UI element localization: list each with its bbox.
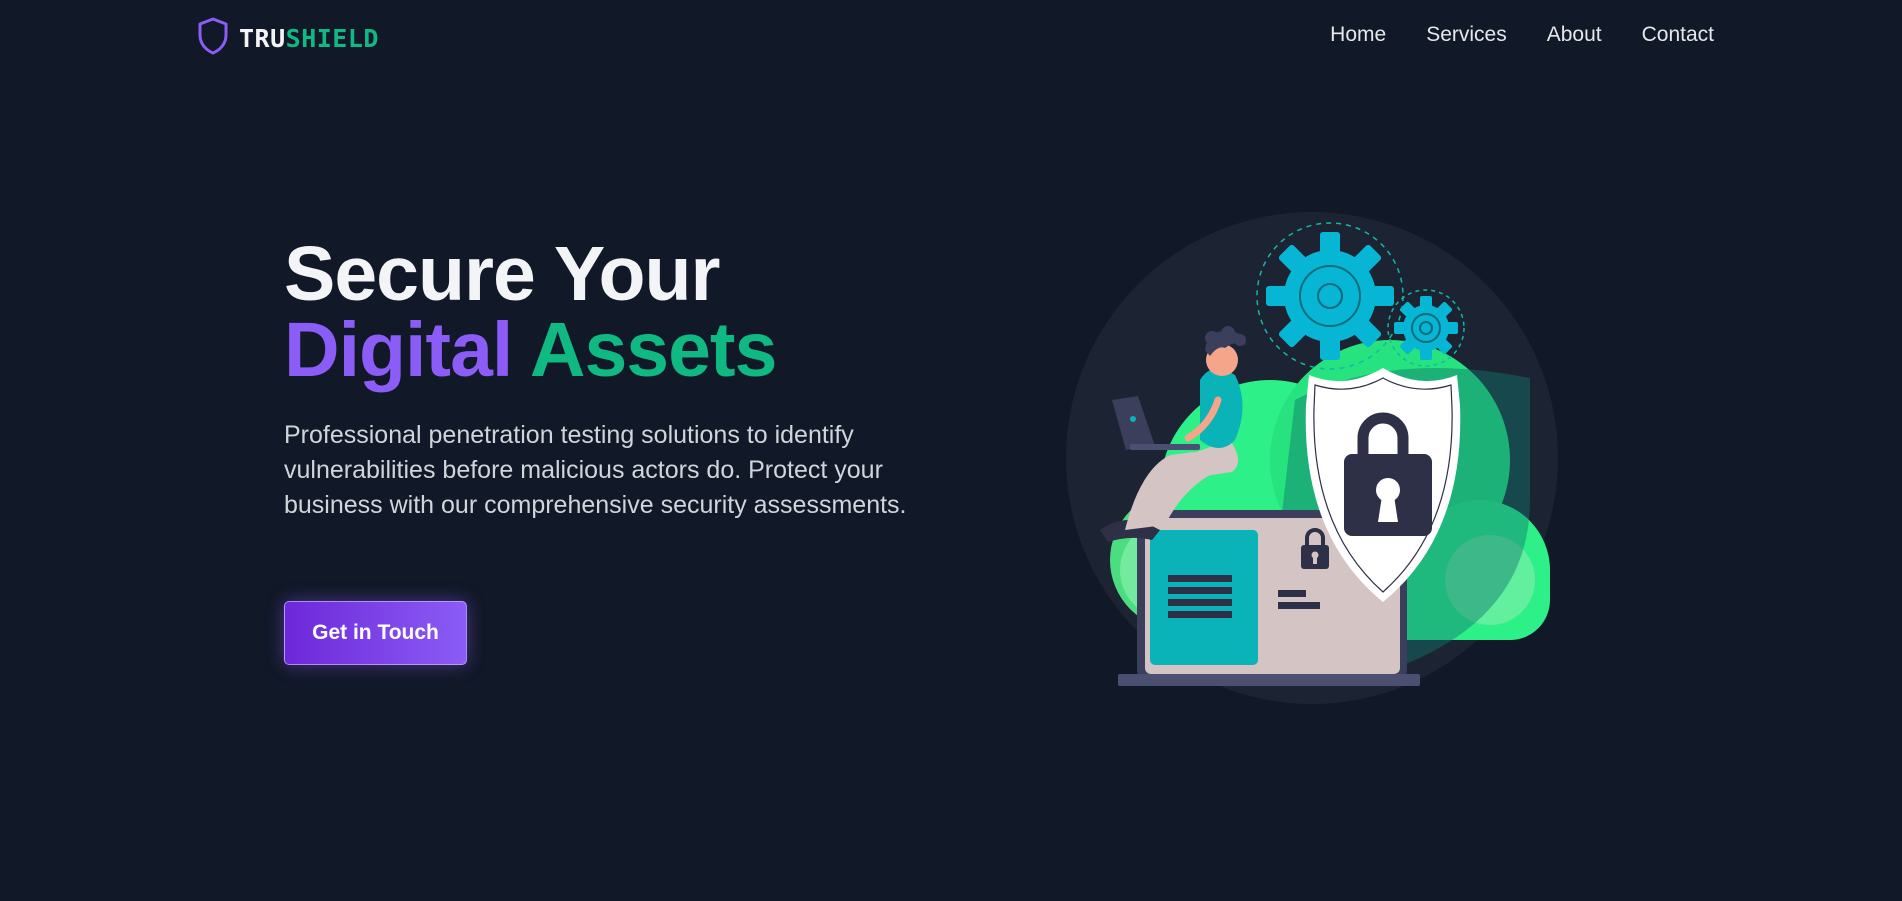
hero-section: Secure Your Digital Assets Professional … [284, 236, 924, 523]
top-navbar: TRUSHIELD Home Services About Contact [0, 0, 1902, 74]
hero-title-word-assets: Assets [529, 307, 778, 393]
page: TRUSHIELD Home Services About Contact Se… [0, 0, 1902, 901]
hero-illustration [1060, 200, 1580, 720]
brand-name-part1: TRU [239, 24, 286, 53]
hero-title: Secure Your Digital Assets [284, 231, 924, 389]
nav-links: Home Services About Contact [1330, 23, 1714, 47]
nav-link-about[interactable]: About [1547, 23, 1602, 47]
hero-title-word-digital: Digital [284, 307, 513, 393]
brand-name: TRUSHIELD [239, 24, 379, 53]
hero-description: Professional penetration testing solutio… [284, 421, 907, 519]
get-in-touch-button[interactable]: Get in Touch [284, 601, 467, 665]
brand-logo[interactable]: TRUSHIELD [197, 17, 379, 60]
shield-icon [197, 17, 229, 60]
nav-link-services[interactable]: Services [1426, 23, 1507, 47]
brand-name-part2: SHIELD [285, 24, 379, 53]
nav-link-home[interactable]: Home [1330, 23, 1386, 47]
nav-link-contact[interactable]: Contact [1642, 23, 1714, 47]
hero-title-line1: Secure Your [284, 231, 721, 317]
